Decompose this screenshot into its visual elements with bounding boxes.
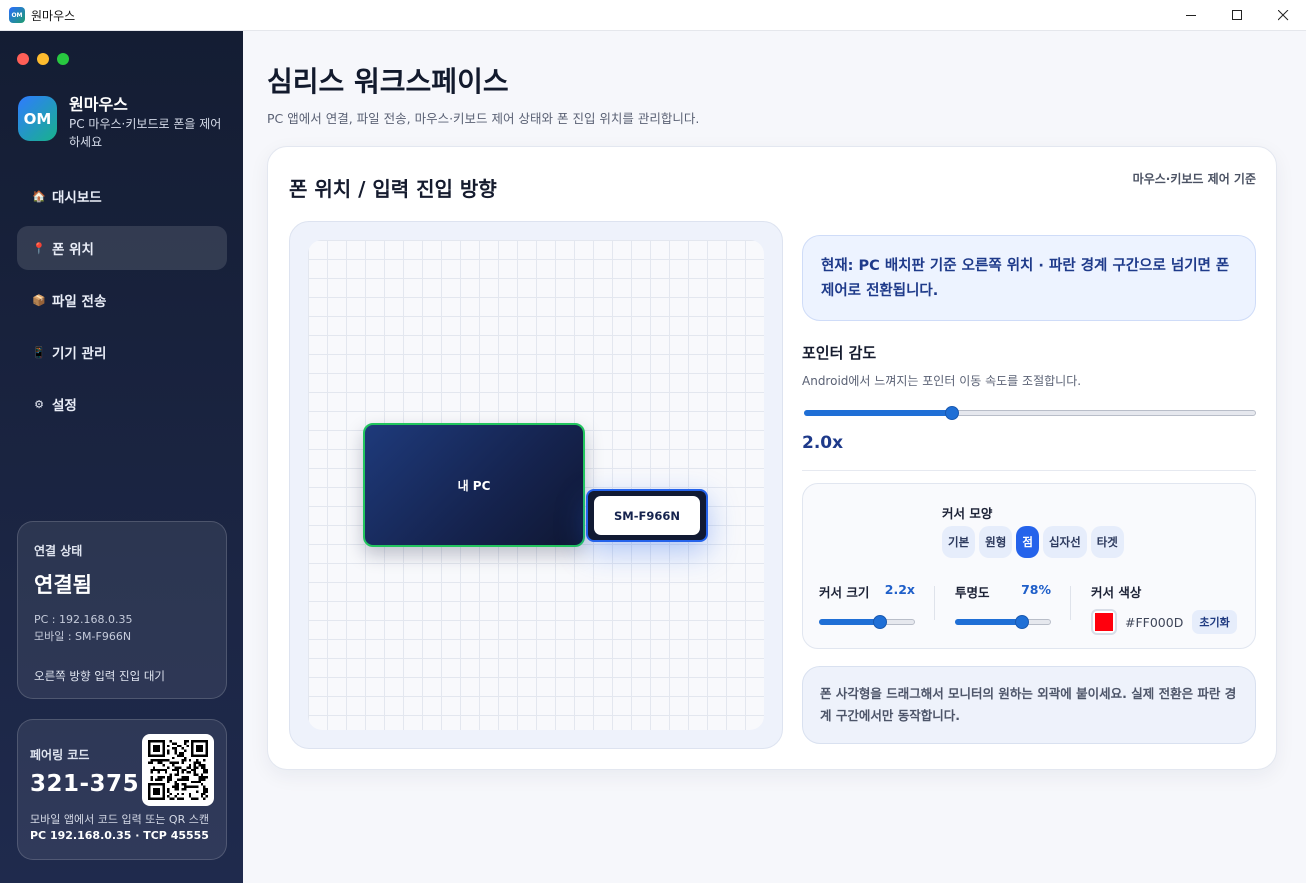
- pairing-card: 페어링 코드 321-375 모바일 앱에서 코드 입력 또는 QR 스캔 PC…: [17, 719, 227, 860]
- shape-crosshair-button[interactable]: 십자선: [1042, 526, 1087, 558]
- package-icon: 📦: [32, 293, 46, 307]
- status-value: 연결됨: [34, 573, 92, 597]
- status-label: 연결 상태: [34, 544, 83, 558]
- sensitivity-slider[interactable]: [802, 403, 1256, 423]
- maximize-icon: [1231, 10, 1242, 20]
- sidebar-item-device-management[interactable]: 📱 기기 관리: [17, 330, 227, 374]
- slider-thumb[interactable]: [1015, 615, 1030, 629]
- sidebar-item-file-transfer[interactable]: 📦 파일 전송: [17, 278, 227, 322]
- slider-thumb[interactable]: [873, 615, 888, 629]
- main-content: 심리스 워크스페이스 PC 앱에서 연결, 파일 전송, 마우스·키보드 제어 …: [243, 31, 1306, 883]
- window-title: 원마우스: [31, 8, 76, 23]
- shape-default-button[interactable]: 기본: [942, 526, 976, 558]
- connection-status-card: 연결 상태 연결됨 PC : 192.168.0.35 모바일 : SM-F96…: [17, 521, 227, 699]
- cursor-shape-group: 기본 원형 점 십자선 타겟: [942, 526, 1124, 558]
- qr-code-icon: [142, 734, 214, 806]
- divider: [802, 470, 1256, 471]
- page-title: 심리스 워크스페이스: [267, 65, 509, 98]
- status-mobile: 모바일 : SM-F966N: [34, 630, 132, 643]
- cursor-size-value: 2.2x: [884, 582, 915, 597]
- pin-icon: 📍: [32, 241, 46, 255]
- sidebar-item-label: 파일 전송: [52, 294, 107, 310]
- sidebar-item-label: 폰 위치: [52, 242, 94, 258]
- settings-column: 현재: PC 배치판 기준 오른쪽 위치 · 파란 경계 구간으로 넘기면 폰 …: [802, 235, 1256, 744]
- cursor-size-slider[interactable]: [819, 614, 915, 630]
- panel-tag: 마우스·키보드 제어 기준: [1132, 172, 1256, 186]
- page-subtitle: PC 앱에서 연결, 파일 전송, 마우스·키보드 제어 상태와 폰 진입 위치…: [267, 111, 700, 126]
- gear-icon: ⚙: [34, 397, 44, 411]
- color-swatch[interactable]: [1091, 609, 1117, 635]
- shape-target-button[interactable]: 타겟: [1090, 526, 1124, 558]
- color-hex: #FF000D: [1125, 614, 1184, 630]
- cursor-size-control: 커서 크기 2.2x: [819, 582, 915, 630]
- sidebar-item-dashboard[interactable]: 🏠 대시보드: [17, 174, 227, 218]
- sensitivity-value: 2.0x: [802, 433, 844, 453]
- phone-label: SM-F966N: [594, 496, 700, 535]
- house-icon: 🏠: [32, 189, 46, 203]
- sidebar-item-label: 대시보드: [52, 190, 102, 206]
- status-pc: PC : 192.168.0.35: [34, 613, 133, 626]
- status-wait: 오른쪽 방향 입력 진입 대기: [34, 669, 166, 683]
- shape-dot-button[interactable]: 점: [1016, 526, 1039, 558]
- app-icon: OM: [9, 7, 25, 23]
- minimize-icon: [1185, 15, 1196, 16]
- sidebar: OM 원마우스 PC 마우스·키보드로 폰을 제어하세요 🏠 대시보드 📍 폰 …: [0, 31, 243, 883]
- cursor-color-control: 커서 색상 #FF000D 초기화: [1091, 582, 1241, 635]
- pairing-hint: 모바일 앱에서 코드 입력 또는 QR 스캔: [30, 813, 209, 826]
- yellow-dot[interactable]: [37, 53, 49, 65]
- cursor-color-label: 커서 색상: [1091, 585, 1142, 600]
- cursor-size-label: 커서 크기: [819, 585, 870, 600]
- sensitivity-subtitle: Android에서 느껴지는 포인터 이동 속도를 조절합니다.: [802, 374, 1082, 388]
- close-icon: [1277, 10, 1288, 21]
- device-icon: 📱: [32, 345, 46, 359]
- opacity-control: 투명도 78%: [955, 582, 1051, 630]
- reset-button[interactable]: 초기화: [1192, 610, 1237, 634]
- cursor-shape-title: 커서 모양: [942, 506, 993, 521]
- separator: [1070, 586, 1071, 620]
- maximize-button[interactable]: [1214, 0, 1260, 31]
- title-bar: OM 원마우스: [0, 0, 1306, 31]
- sidebar-item-label: 기기 관리: [52, 346, 107, 362]
- pc-monitor-box: 내 PC: [363, 423, 585, 547]
- layout-canvas: 내 PC SM-F966N: [289, 221, 783, 749]
- brand-subtitle: PC 마우스·키보드로 폰을 제어하세요: [69, 117, 222, 149]
- sidebar-item-label: 설정: [52, 398, 77, 414]
- drag-hint: 폰 사각형을 드래그해서 모니터의 원하는 외곽에 붙이세요. 실제 전환은 파…: [802, 666, 1256, 744]
- red-dot[interactable]: [17, 53, 29, 65]
- current-position-info: 현재: PC 배치판 기준 오른쪽 위치 · 파란 경계 구간으로 넘기면 폰 …: [802, 235, 1256, 321]
- shape-circle-button[interactable]: 원형: [979, 526, 1013, 558]
- app-logo: OM: [18, 96, 57, 141]
- brand-name: 원마우스: [69, 95, 128, 114]
- sidebar-nav: 🏠 대시보드 📍 폰 위치 📦 파일 전송 📱 기기 관리 ⚙ 설정: [17, 174, 227, 434]
- separator: [934, 586, 935, 620]
- slider-thumb[interactable]: [944, 406, 959, 420]
- panel-title: 폰 위치 / 입력 진입 방향: [289, 177, 497, 201]
- opacity-value: 78%: [1021, 582, 1051, 597]
- green-dot[interactable]: [57, 53, 69, 65]
- opacity-label: 투명도: [955, 585, 990, 600]
- phone-box[interactable]: SM-F966N: [586, 489, 708, 542]
- pairing-address: PC 192.168.0.35 · TCP 45555: [30, 829, 209, 842]
- sensitivity-title: 포인터 감도: [802, 344, 877, 362]
- cursor-settings: 커서 모양 기본 원형 점 십자선 타겟 커서 크기 2.2x 투명도 78% …: [802, 483, 1256, 649]
- phone-position-panel: 폰 위치 / 입력 진입 방향 마우스·키보드 제어 기준 내 PC SM-F9…: [267, 146, 1277, 770]
- sidebar-item-settings[interactable]: ⚙ 설정: [17, 382, 227, 426]
- minimize-button[interactable]: [1168, 0, 1214, 31]
- close-button[interactable]: [1260, 0, 1306, 31]
- opacity-slider[interactable]: [955, 614, 1051, 630]
- layout-grid: 내 PC SM-F966N: [308, 240, 764, 730]
- sidebar-item-phone-position[interactable]: 📍 폰 위치: [17, 226, 227, 270]
- window-dots: [17, 53, 69, 65]
